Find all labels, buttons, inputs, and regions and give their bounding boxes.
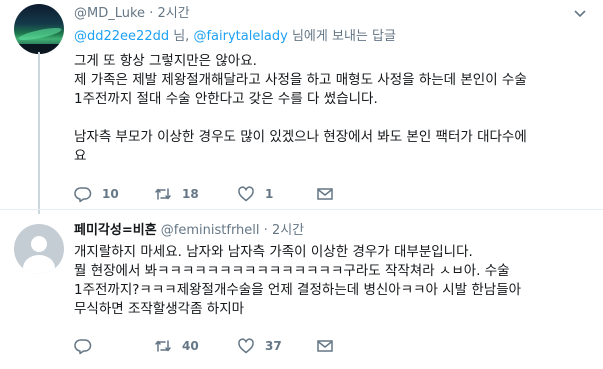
reply-button[interactable] xyxy=(74,336,102,356)
tweet-content: 페미각성=비혼 @feministfrhell · 2시간 개지랄하지 마세요.… xyxy=(74,223,589,319)
avatar[interactable] xyxy=(14,224,64,274)
reply-to-suffix: 님에게 보내는 답글 xyxy=(287,29,396,44)
tweet-text-line: 그게 또 항상 그렇지만은 않아요. xyxy=(74,53,257,69)
separator: · xyxy=(149,6,154,21)
tweet[interactable]: 페미각성=비혼 @feministfrhell · 2시간 개지랄하지 마세요.… xyxy=(0,210,603,369)
like-button[interactable]: 37 xyxy=(237,336,282,356)
tweet-text-line: 뭘 현장에서 봐ㅋㅋㅋㅋㅋㅋㅋㅋㅋㅋㅋㅋㅋㅋㅋ구라도 작작쳐라 ㅅㅂ아. 수술 xyxy=(74,263,510,279)
tweet-content: @MD_Luke · 2시간 @dd22ee22dd 님, @fairytale… xyxy=(74,6,589,166)
envelope-icon xyxy=(317,340,333,352)
tweet-header: @MD_Luke · 2시간 xyxy=(74,6,589,22)
mention-link[interactable]: @fairytalelady xyxy=(193,29,287,44)
tweet-text-line: 제 가족은 제발 제왕절개해달라고 사정을 하고 매형도 사정을 하는데 본인이… xyxy=(74,72,527,88)
default-avatar-body xyxy=(23,255,55,274)
timestamp[interactable]: 2시간 xyxy=(272,223,304,238)
retweet-icon xyxy=(155,340,171,352)
mention-link[interactable]: @dd22ee22dd xyxy=(74,29,169,44)
tweet-text-line: 남자측 부모가 이상한 경우도 많이 있겠으나 현장에서 봐도 본인 팩터가 대… xyxy=(74,129,527,145)
reply-to-line: @dd22ee22dd 님, @fairytalelady 님에게 보내는 답글 xyxy=(74,28,589,46)
heart-icon xyxy=(238,338,254,354)
timestamp[interactable]: 2시간 xyxy=(157,6,189,21)
tweet-text-line: 1주전까지?ㅋㅋㅋ제왕절개수술을 언제 결정하는데 병신아ㅋㅋ아 시발 한남들아 xyxy=(74,282,522,298)
tweet-text-line: 무식하면 조작할생각좀 하지마 xyxy=(74,301,245,317)
thread-line xyxy=(38,52,40,214)
default-avatar-head xyxy=(31,236,47,252)
tweet-text-line: 요 xyxy=(74,148,87,164)
like-button[interactable]: 1 xyxy=(237,184,273,204)
reply-icon xyxy=(74,187,92,203)
reply-count: 10 xyxy=(102,187,119,201)
envelope-icon xyxy=(317,188,333,200)
tweet-header: 페미각성=비혼 @feministfrhell · 2시간 xyxy=(74,223,589,239)
heart-icon xyxy=(238,186,254,202)
display-name[interactable]: 페미각성=비혼 xyxy=(74,223,157,238)
retweet-button[interactable]: 40 xyxy=(154,336,199,356)
reply-icon xyxy=(74,339,92,355)
chevron-down-icon[interactable] xyxy=(573,8,587,20)
direct-message-button[interactable] xyxy=(316,336,334,356)
tweet[interactable]: @MD_Luke · 2시간 @dd22ee22dd 님, @fairytale… xyxy=(0,0,603,214)
retweet-count: 18 xyxy=(182,187,199,201)
retweet-button[interactable]: 18 xyxy=(154,184,199,204)
like-count: 37 xyxy=(265,339,282,353)
tweet-text: 그게 또 항상 그렇지만은 않아요. 제 가족은 제발 제왕절개해달라고 사정을… xyxy=(74,52,589,166)
direct-message-button[interactable] xyxy=(316,184,334,204)
retweet-icon xyxy=(155,188,171,200)
retweet-count: 40 xyxy=(182,339,199,353)
avatar[interactable] xyxy=(14,4,64,54)
separator: · xyxy=(263,223,268,238)
reply-to-mid: 님, xyxy=(169,29,194,44)
tweet-text-line: 개지랄하지 마세요. 남자와 남자측 가족이 이상한 경우가 대부분입니다. xyxy=(74,244,473,260)
like-count: 1 xyxy=(265,187,274,201)
tweet-text-line: 1주전까지 절대 수술 안한다고 갖은 수를 다 썼습니다. xyxy=(74,91,378,107)
tweet-text: 개지랄하지 마세요. 남자와 남자측 가족이 이상한 경우가 대부분입니다. 뭘… xyxy=(74,243,589,319)
user-handle[interactable]: @feministfrhell xyxy=(161,223,260,238)
reply-button[interactable]: 10 xyxy=(74,184,119,204)
user-handle[interactable]: @MD_Luke xyxy=(74,6,145,21)
